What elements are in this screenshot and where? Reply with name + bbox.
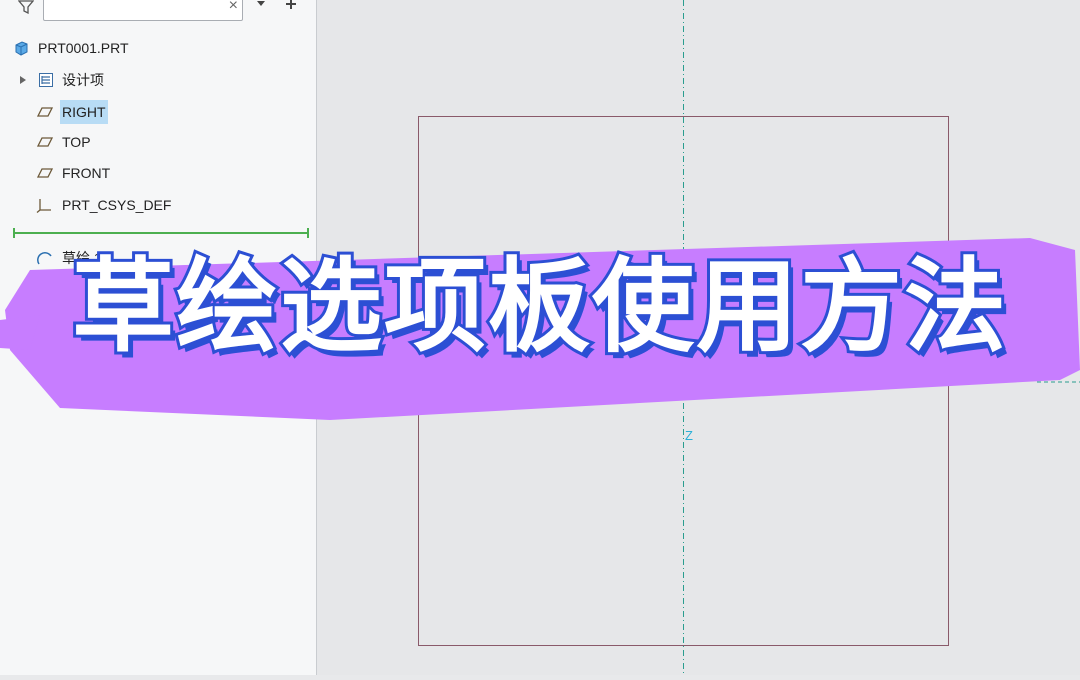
insert-here-indicator[interactable]	[13, 228, 309, 238]
tree-item-front-plane[interactable]: FRONT	[0, 161, 316, 185]
datum-plane-icon	[37, 168, 53, 178]
add-icon[interactable]	[284, 0, 298, 11]
design-items-icon	[39, 73, 53, 87]
model-tree-toolbar: ×	[0, 0, 316, 24]
expand-arrow-icon[interactable]	[18, 75, 28, 85]
tree-item-label: FRONT	[62, 165, 111, 181]
datum-plane-icon	[37, 137, 53, 147]
tree-item-label: 设计项	[62, 72, 104, 88]
tree-item-csys[interactable]: PRT_CSYS_DEF	[0, 193, 316, 217]
chevron-down-icon[interactable]	[256, 0, 266, 8]
datum-plane-icon	[37, 107, 53, 117]
clear-search-icon[interactable]: ×	[229, 0, 238, 15]
tree-item-part[interactable]: PRT0001.PRT	[0, 36, 316, 60]
tree-item-label: PRT_CSYS_DEF	[62, 197, 172, 213]
tree-item-top-plane[interactable]: TOP	[0, 130, 316, 154]
search-input[interactable]: ×	[43, 0, 243, 21]
tree-item-label: PRT0001.PRT	[38, 40, 129, 56]
tree-item-design-items[interactable]: 设计项	[0, 68, 316, 92]
overlay-title: 草绘选项板使用方法	[69, 245, 1009, 370]
tree-item-label: TOP	[62, 134, 91, 150]
filter-icon[interactable]	[18, 0, 34, 14]
axis-label: Z	[685, 428, 693, 443]
part-icon	[15, 41, 28, 56]
coordinate-system-icon	[36, 199, 51, 213]
tree-item-label: RIGHT	[60, 100, 108, 124]
tree-item-right-plane[interactable]: RIGHT	[0, 100, 316, 124]
